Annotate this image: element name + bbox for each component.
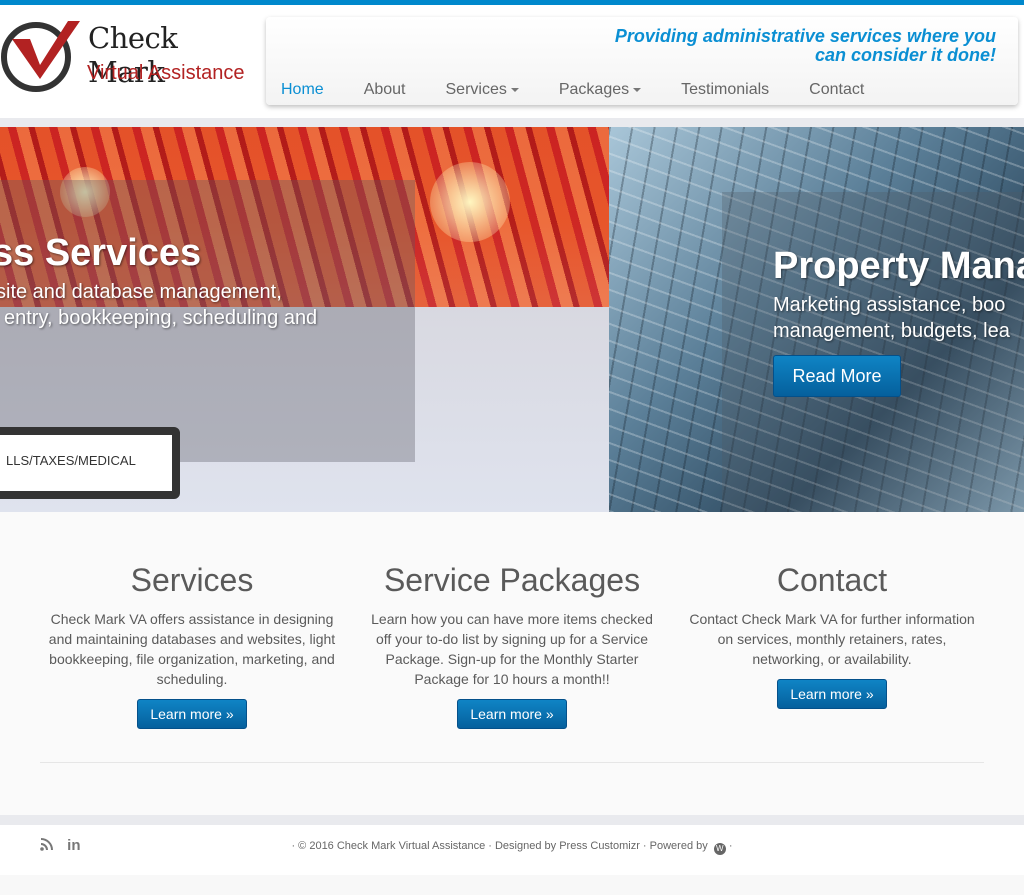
nav-testimonials[interactable]: Testimonials (681, 81, 769, 99)
caption-overlay (722, 192, 1024, 512)
nav-home[interactable]: Home (281, 81, 324, 99)
credits-text: · © 2016 Check Mark Virtual Assistance ·… (291, 840, 708, 852)
slide-title: Property Mana (773, 245, 1024, 287)
wordpress-icon[interactable]: W (713, 843, 726, 855)
main-nav: Home About Services Packages Testimonial… (281, 81, 904, 99)
slide-text-1: site and database management, (0, 281, 282, 303)
tagline-line1: Providing administrative services where … (614, 26, 996, 46)
navbar: Providing administrative services where … (266, 17, 1018, 105)
featured-pages: Services Check Mark VA offers assistance… (0, 512, 1024, 815)
slide-text-2: entry, bookkeeping, scheduling and (4, 307, 318, 329)
feature-text: Contact Check Mark VA for further inform… (689, 611, 975, 667)
slide-text-1: Marketing assistance, boo (773, 294, 1006, 316)
brand-subtitle: Virtual Assistance (87, 62, 245, 84)
bokeh-light (430, 162, 510, 242)
read-more-button[interactable]: Read More (773, 355, 901, 397)
nav-services-label: Services (445, 81, 507, 98)
credits-end: · (725, 840, 733, 852)
footer-credits: · © 2016 Check Mark Virtual Assistance ·… (0, 840, 1024, 855)
learn-more-button[interactable]: Learn more » (777, 679, 887, 709)
folder-label: LLS/TAXES/MEDICAL (0, 427, 180, 499)
slide-property-management: Property Mana Marketing assistance, boo … (609, 127, 1024, 512)
feature-text: Learn how you can have more items checke… (371, 611, 653, 687)
hero-slider[interactable]: LLS/TAXES/MEDICAL ss Services site and d… (0, 127, 1024, 512)
divider (40, 762, 984, 763)
divider-band (0, 815, 1024, 825)
feature-services: Services Check Mark VA offers assistance… (42, 562, 342, 729)
learn-more-button[interactable]: Learn more » (457, 699, 567, 729)
learn-more-button[interactable]: Learn more » (137, 699, 247, 729)
feature-title: Contact (776, 562, 888, 598)
slide-business-services: LLS/TAXES/MEDICAL ss Services site and d… (0, 127, 609, 512)
tagline-line2: can consider it done! (814, 45, 996, 65)
feature-text: Check Mark VA offers assistance in desig… (48, 611, 336, 687)
feature-service-packages: Service Packages Learn how you can have … (362, 562, 662, 729)
checkmark-logo-icon (1, 21, 80, 92)
feature-title: Services (130, 562, 254, 598)
feature-contact: Contact Contact Check Mark VA for furthe… (682, 562, 982, 709)
nav-about[interactable]: About (364, 81, 406, 99)
caret-down-icon (510, 87, 519, 92)
nav-contact[interactable]: Contact (809, 81, 864, 99)
header: Check Mark Virtual Assistance Providing … (0, 5, 1024, 118)
logo[interactable]: Check Mark Virtual Assistance (0, 17, 255, 97)
caret-down-icon (633, 87, 642, 92)
nav-packages[interactable]: Packages (558, 81, 642, 99)
slide-title: ss Services (0, 232, 202, 274)
nav-services[interactable]: Services (446, 81, 519, 99)
nav-packages-label: Packages (558, 81, 630, 98)
feature-title: Service Packages (383, 562, 641, 598)
slide-text-2: management, budgets, lea (773, 320, 1010, 342)
tagline: Providing administrative services where … (615, 27, 996, 65)
footer: in · © 2016 Check Mark Virtual Assistanc… (0, 825, 1024, 875)
